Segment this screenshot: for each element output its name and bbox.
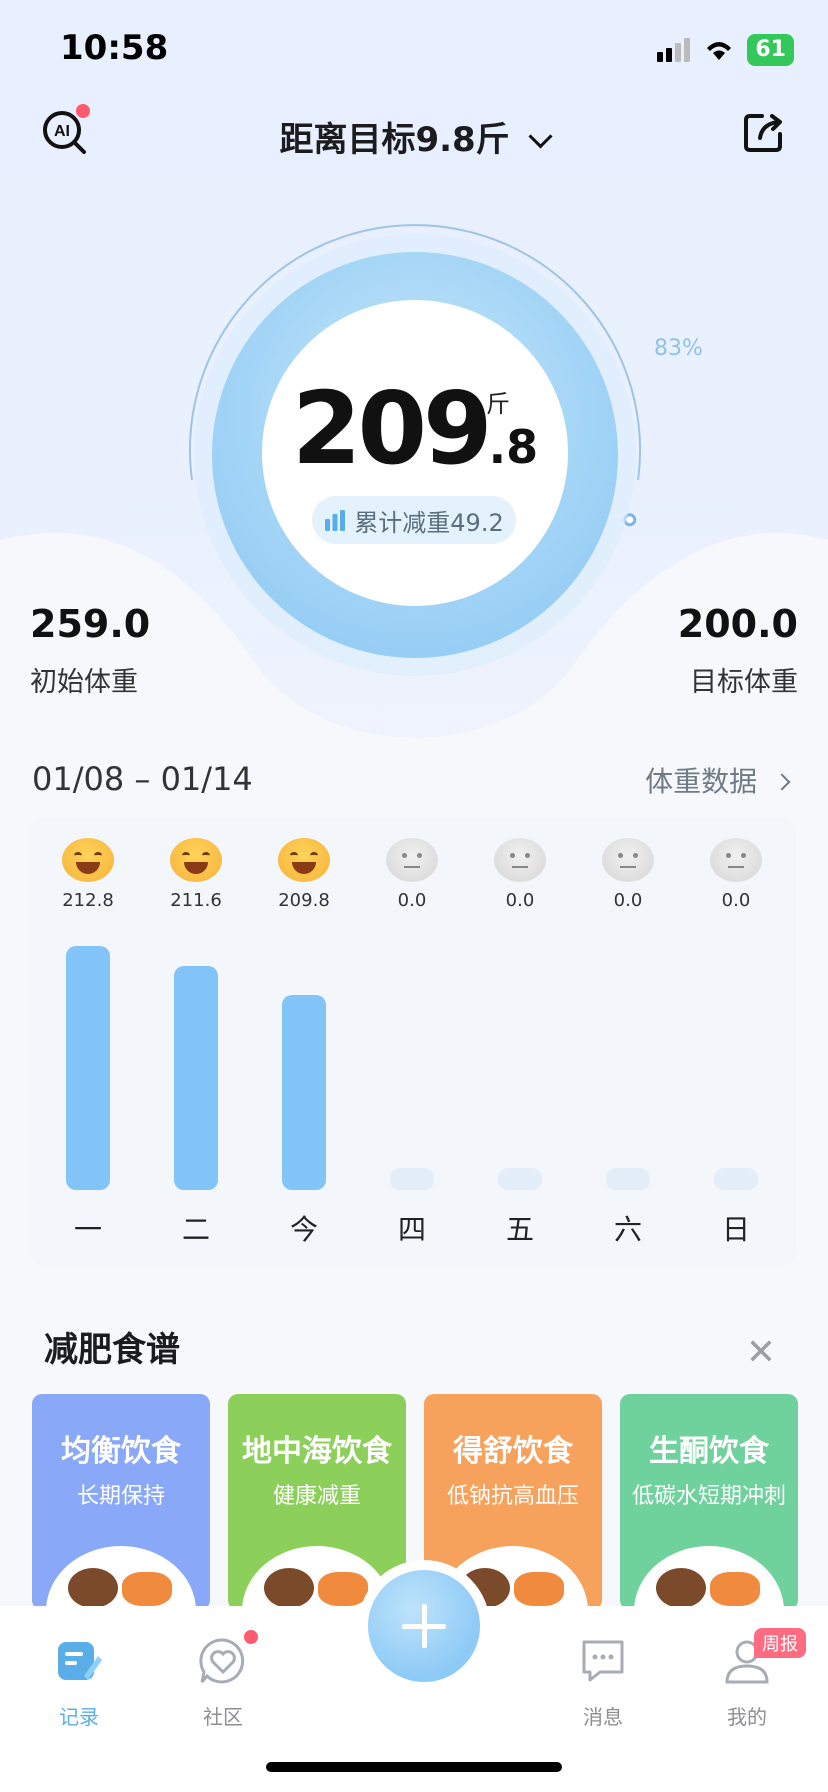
initial-weight-label: 初始体重 (30, 667, 138, 698)
day-label: 今 (289, 1213, 318, 1246)
home-indicator (266, 1762, 562, 1772)
close-icon[interactable]: ✕ (746, 1332, 776, 1373)
tab-messages-label: 消息 (583, 1705, 623, 1729)
weight-bar (498, 1168, 542, 1190)
message-icon (582, 1640, 624, 1682)
tab-community[interactable]: 社区 (168, 1636, 278, 1730)
tab-messages[interactable]: 消息 (548, 1636, 658, 1730)
day-weight-value: 212.8 (62, 890, 114, 911)
neutral-icon (710, 838, 762, 882)
cumulative-loss-label: 累计减重49.2 (354, 508, 504, 537)
weight-bar (66, 946, 110, 1190)
current-weight: 209.8 (262, 370, 568, 487)
cumulative-loss-pill[interactable]: 累计减重49.2 (312, 496, 516, 544)
chevron-down-icon (528, 124, 553, 149)
target-weight-value: 200.0 (677, 602, 798, 646)
laugh-cry-icon (62, 838, 114, 882)
neutral-icon (602, 838, 654, 882)
weight-bar (606, 1168, 650, 1190)
day-column[interactable]: 209.8 (264, 838, 344, 911)
tab-record[interactable]: 记录 (24, 1636, 134, 1730)
weight-data-label: 体重数据 (645, 765, 758, 798)
neutral-icon (494, 838, 546, 882)
food-plate-image (634, 1546, 784, 1610)
wifi-icon (707, 42, 732, 60)
recipe-card-title: 均衡饮食 (61, 1434, 181, 1469)
day-column[interactable]: 0.0 (696, 838, 776, 911)
week-date-range: 01/08 – 01/14 (32, 760, 253, 798)
tab-record-label: 记录 (59, 1705, 99, 1729)
recipe-card-subtitle: 低碳水短期冲刺 (631, 1484, 786, 1509)
smile-icon (170, 838, 222, 882)
weight-unit: 斤 (486, 390, 510, 418)
status-icons: 61 (657, 34, 794, 66)
day-weight-value: 211.6 (170, 890, 222, 911)
food-plate-image (46, 1546, 196, 1610)
weight-bar (282, 994, 326, 1190)
recipe-card-title: 得舒饮食 (453, 1434, 573, 1469)
weight-decimal: .8 (488, 420, 539, 474)
day-column[interactable]: 0.0 (588, 838, 668, 911)
recipes-section-title: 减肥食谱 (44, 1330, 180, 1370)
day-column[interactable]: 212.8 (48, 838, 128, 911)
chevron-right-icon (773, 773, 791, 791)
day-label: 二 (181, 1213, 210, 1246)
tab-mine-label: 我的 (727, 1705, 767, 1729)
weekly-report-badge: 周报 (754, 1628, 806, 1658)
recipe-card-title: 地中海饮食 (242, 1434, 392, 1469)
weight-bar (390, 1168, 434, 1190)
day-label: 日 (721, 1213, 750, 1246)
goal-distance-label: 距离目标9.8斤 (279, 120, 510, 160)
recipe-card-subtitle: 低钠抗高血压 (446, 1484, 579, 1509)
recipe-card-subtitle: 长期保持 (76, 1484, 165, 1509)
weight-bar (714, 1168, 758, 1190)
day-weight-value: 209.8 (278, 890, 330, 911)
progress-percent: 83% (654, 336, 703, 361)
tab-community-label: 社区 (203, 1705, 243, 1729)
bar-chart-icon (325, 510, 346, 531)
community-heart-icon (199, 1638, 245, 1684)
recipe-card[interactable]: 均衡饮食 长期保持 (32, 1394, 210, 1610)
weight-integer: 209 (291, 370, 493, 487)
goal-distance-dropdown[interactable]: 距离目标9.8斤 (0, 112, 828, 161)
weight-data-link[interactable]: 体重数据 (645, 760, 791, 800)
day-label: 五 (505, 1213, 534, 1246)
day-weight-value: 0.0 (505, 890, 535, 911)
day-column[interactable]: 0.0 (372, 838, 452, 911)
day-column[interactable]: 211.6 (156, 838, 236, 911)
recipe-card-title: 生酮饮食 (649, 1434, 769, 1469)
recipe-card[interactable]: 生酮饮食低碳水短期冲刺 (620, 1394, 798, 1610)
day-label: 六 (613, 1213, 642, 1246)
day-weight-value: 0.0 (613, 890, 643, 911)
day-label: 四 (397, 1213, 426, 1246)
day-weight-value: 0.0 (721, 890, 751, 911)
status-time: 10:58 (60, 28, 169, 68)
day-label: 一 (73, 1213, 102, 1246)
weight-bar (174, 965, 218, 1190)
initial-weight-value: 259.0 (30, 602, 151, 646)
plus-icon (402, 1604, 446, 1648)
recipe-card-subtitle: 健康减重 (272, 1484, 361, 1509)
day-column[interactable]: 0.0 (480, 838, 560, 911)
day-weight-value: 0.0 (397, 890, 427, 911)
progress-marker (623, 513, 637, 527)
target-weight-label: 目标体重 (690, 667, 798, 698)
share-icon[interactable] (740, 108, 788, 156)
community-notification-dot (244, 1630, 258, 1644)
neutral-icon (386, 838, 438, 882)
battery-indicator: 61 (747, 34, 794, 66)
add-record-button[interactable] (358, 1560, 490, 1692)
record-icon (58, 1642, 102, 1680)
smile-icon (278, 838, 330, 882)
signal-icon (657, 38, 691, 62)
